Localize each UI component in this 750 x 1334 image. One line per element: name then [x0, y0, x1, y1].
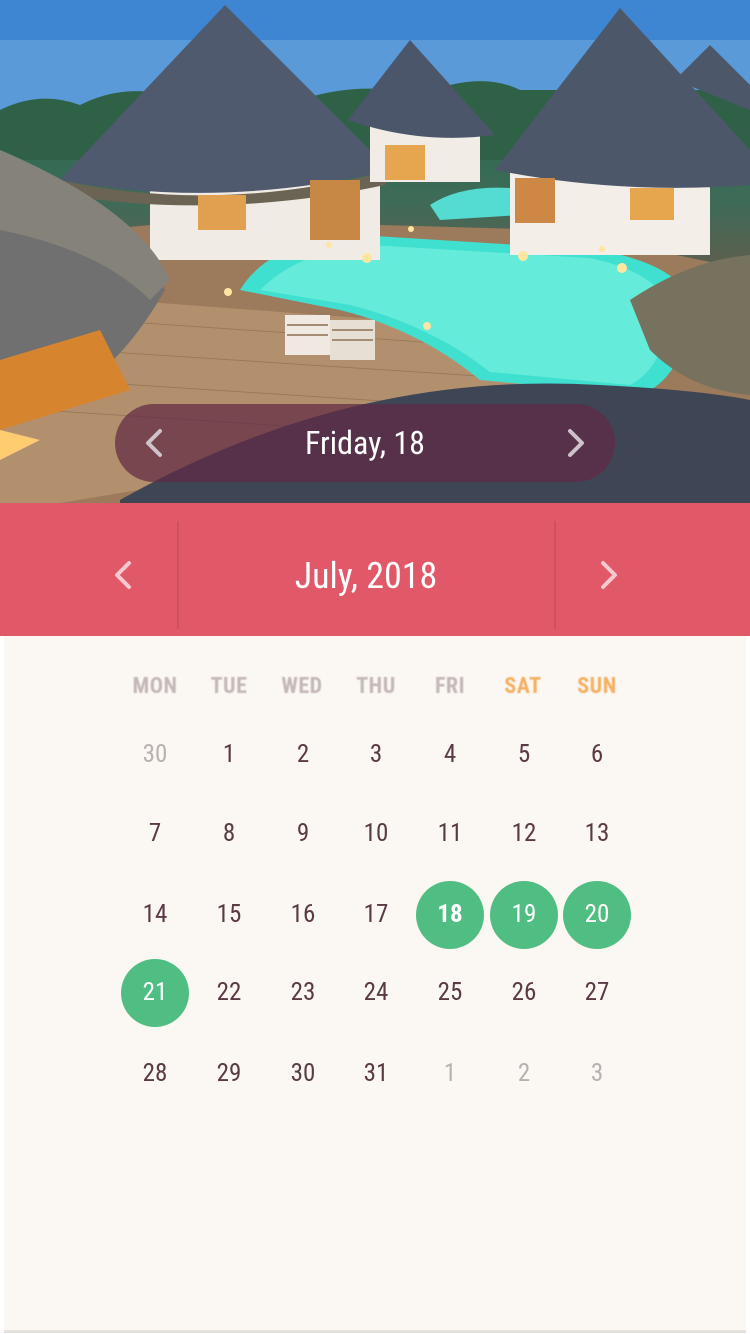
calendar-day[interactable]: 1: [195, 721, 263, 789]
previous-day-button[interactable]: [135, 423, 175, 463]
calendar-day-selected[interactable]: 21: [121, 959, 189, 1027]
calendar-day[interactable]: 22: [195, 959, 263, 1027]
calendar-day[interactable]: 4: [416, 721, 484, 789]
calendar-day[interactable]: 26: [490, 959, 558, 1027]
calendar-day[interactable]: 29: [195, 1040, 263, 1108]
weekday-label-wed: WED: [281, 674, 323, 699]
calendar-day[interactable]: 28: [121, 1040, 189, 1108]
calendar-day[interactable]: 11: [416, 800, 484, 868]
calendar-day[interactable]: 6: [563, 721, 631, 789]
calendar-day-selected[interactable]: 18: [416, 881, 484, 949]
chevron-right-icon: [601, 561, 617, 589]
weekday-label-tue: TUE: [210, 674, 248, 699]
calendar-day[interactable]: 12: [490, 800, 558, 868]
weekday-header-row: MON TUE WED THU FRI SAT SUN: [0, 674, 750, 706]
calendar-day[interactable]: 1: [416, 1040, 484, 1108]
calendar-day[interactable]: 2: [269, 721, 337, 789]
previous-month-button[interactable]: [102, 553, 146, 597]
chevron-left-icon: [146, 429, 162, 457]
month-title: July, 2018: [294, 555, 438, 597]
next-day-button[interactable]: [555, 423, 595, 463]
calendar-day[interactable]: 27: [563, 959, 631, 1027]
next-month-button[interactable]: [586, 553, 630, 597]
calendar-day[interactable]: 23: [269, 959, 337, 1027]
month-divider-right: [554, 521, 556, 629]
calendar-day[interactable]: 3: [563, 1040, 631, 1108]
month-header: July, 2018: [0, 503, 750, 636]
calendar-day[interactable]: 3: [342, 721, 410, 789]
calendar-day-selected[interactable]: 19: [490, 881, 558, 949]
calendar-day[interactable]: 25: [416, 959, 484, 1027]
calendar-day[interactable]: 8: [195, 800, 263, 868]
calendar-day[interactable]: 9: [269, 800, 337, 868]
calendar-day[interactable]: 17: [342, 881, 410, 949]
calendar-day[interactable]: 10: [342, 800, 410, 868]
calendar-day[interactable]: 14: [121, 881, 189, 949]
calendar-day[interactable]: 24: [342, 959, 410, 1027]
chevron-right-icon: [568, 429, 584, 457]
calendar-day[interactable]: 5: [490, 721, 558, 789]
calendar-day[interactable]: 13: [563, 800, 631, 868]
weekday-label-mon: MON: [132, 674, 178, 699]
calendar-day[interactable]: 31: [342, 1040, 410, 1108]
calendar-day[interactable]: 2: [490, 1040, 558, 1108]
calendar-day[interactable]: 30: [269, 1040, 337, 1108]
date-selector-pill: Friday, 18: [115, 404, 615, 482]
calendar-day-selected[interactable]: 20: [563, 881, 631, 949]
selected-date-label: Friday, 18: [305, 424, 425, 462]
weekday-label-thu: THU: [356, 674, 396, 699]
weekday-label-fri: FRI: [434, 674, 466, 699]
chevron-left-icon: [115, 561, 131, 589]
calendar-day[interactable]: 30: [121, 721, 189, 789]
weekday-label-sat: SAT: [504, 674, 542, 699]
calendar-day[interactable]: 15: [195, 881, 263, 949]
hero-image: Friday, 18: [0, 0, 750, 503]
calendar-day[interactable]: 7: [121, 800, 189, 868]
calendar-day[interactable]: 16: [269, 881, 337, 949]
weekday-label-sun: SUN: [577, 674, 617, 699]
